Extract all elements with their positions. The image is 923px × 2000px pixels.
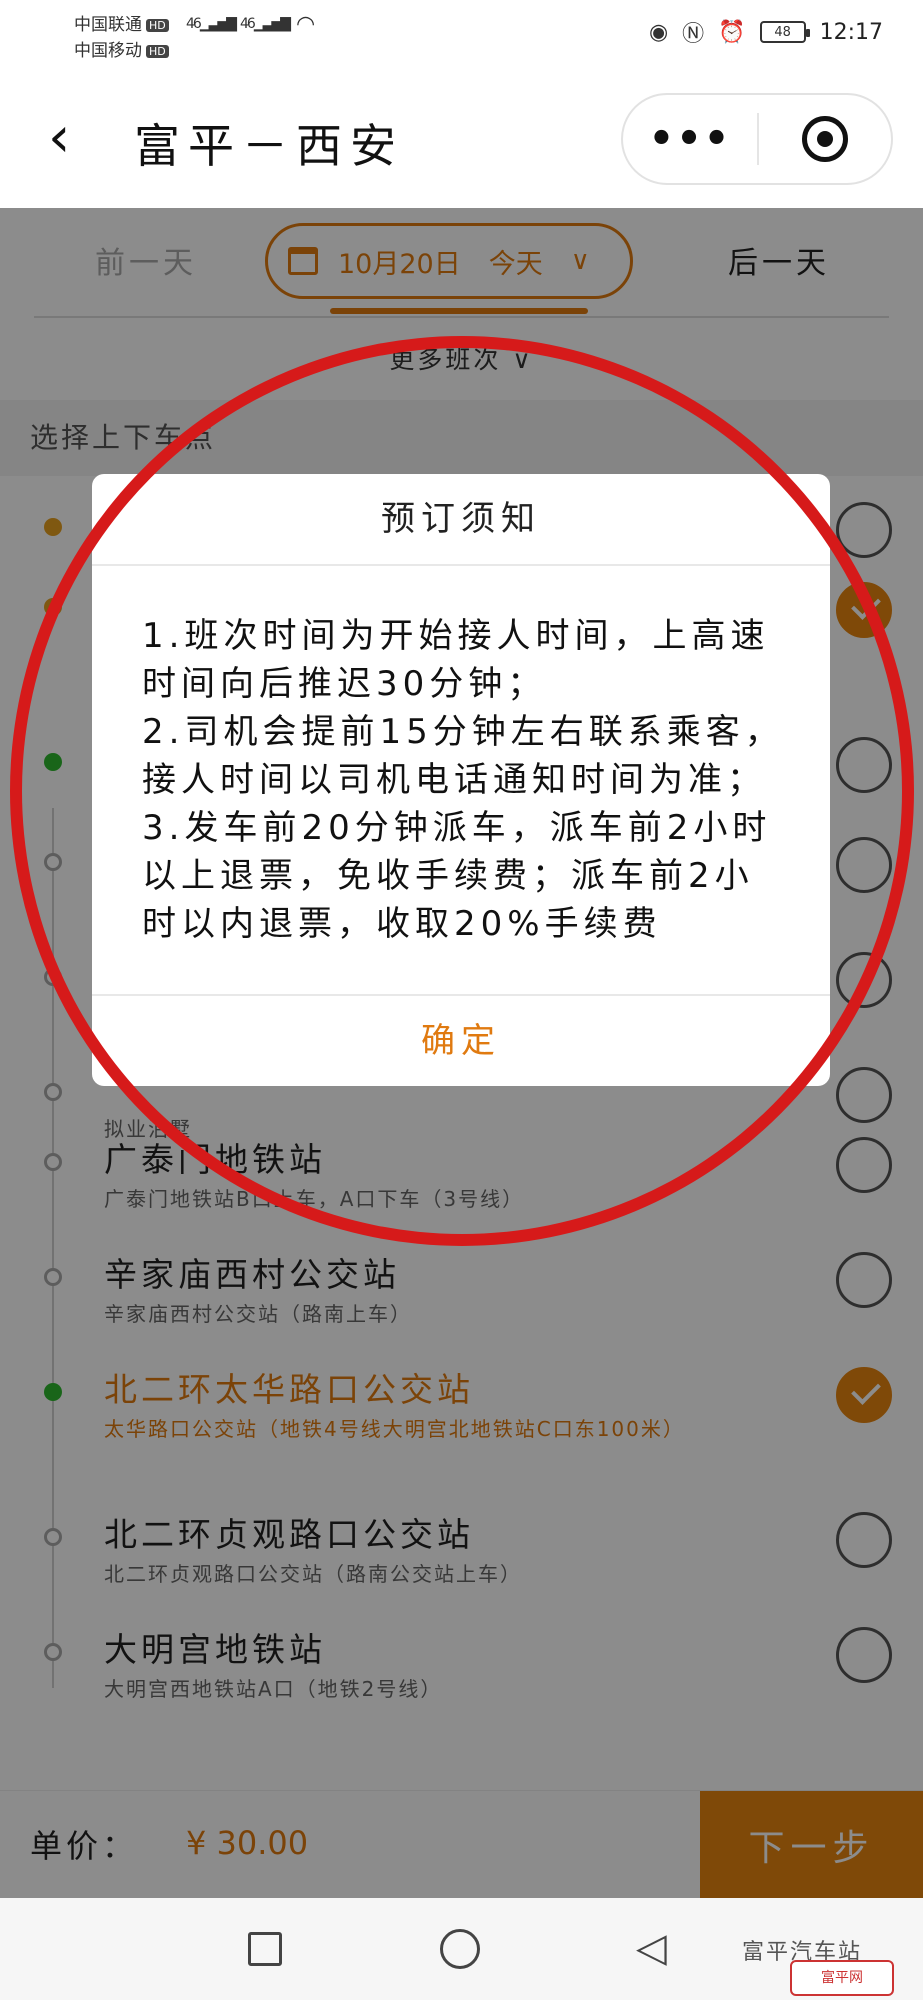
more-icon[interactable]: •••	[623, 119, 757, 159]
mini-program-capsule: •••	[621, 93, 893, 185]
status-bar: 中国联通 HD 中国移动 HD 46▁▃▅▇ 46▁▃▅▇ ◠ ◉ Ⓝ ⏰ 48 1…	[0, 0, 923, 70]
signal-icon: 46▁▃▅▇	[240, 16, 291, 32]
title-bar: ‹ 富平－西安 •••	[0, 70, 923, 208]
nav-back-icon[interactable]: ◁	[636, 1924, 667, 1972]
eye-icon: ◉	[648, 19, 669, 45]
back-icon[interactable]: ‹	[48, 108, 88, 168]
signal-icon: 46▁▃▅▇	[186, 16, 237, 32]
booking-notice-dialog: 预订须知 1.班次时间为开始接人时间，上高速时间向后推迟30分钟； 2.司机会提…	[92, 474, 830, 1086]
clock: 12:17	[819, 19, 883, 45]
carrier-1: 中国联通 HD	[74, 10, 169, 35]
page-title: 富平－西安	[134, 119, 404, 173]
confirm-button[interactable]: 确定	[92, 996, 830, 1086]
home-icon[interactable]	[440, 1929, 480, 1969]
dialog-body[interactable]: 1.班次时间为开始接人时间，上高速时间向后推迟30分钟； 2.司机会提前15分钟…	[142, 612, 792, 972]
close-button[interactable]	[759, 116, 891, 162]
notice-line-2: 2.司机会提前15分钟左右联系乘客，接人时间以司机电话通知时间为准；	[142, 712, 784, 800]
carrier-2: 中国移动 HD	[74, 36, 169, 61]
system-nav-bar: ◁ 富平汽车站 富平网	[0, 1898, 923, 2000]
watermark-logo: 富平网	[790, 1960, 894, 1996]
nfc-icon: Ⓝ	[682, 22, 705, 47]
wifi-icon: ◠	[296, 12, 315, 37]
notice-line-3: 3.发车前20分钟派车，派车前2小时以上退票，免收手续费；派车前2小时以内退票，…	[142, 808, 772, 944]
battery-icon: 48	[759, 21, 810, 43]
alarm-icon: ⏰	[718, 19, 746, 45]
dialog-title: 预订须知	[381, 499, 541, 539]
divider	[92, 564, 830, 566]
notice-line-1: 1.班次时间为开始接人时间，上高速时间向后推迟30分钟；	[142, 616, 770, 704]
target-icon	[801, 116, 848, 162]
recents-icon[interactable]	[248, 1932, 282, 1966]
